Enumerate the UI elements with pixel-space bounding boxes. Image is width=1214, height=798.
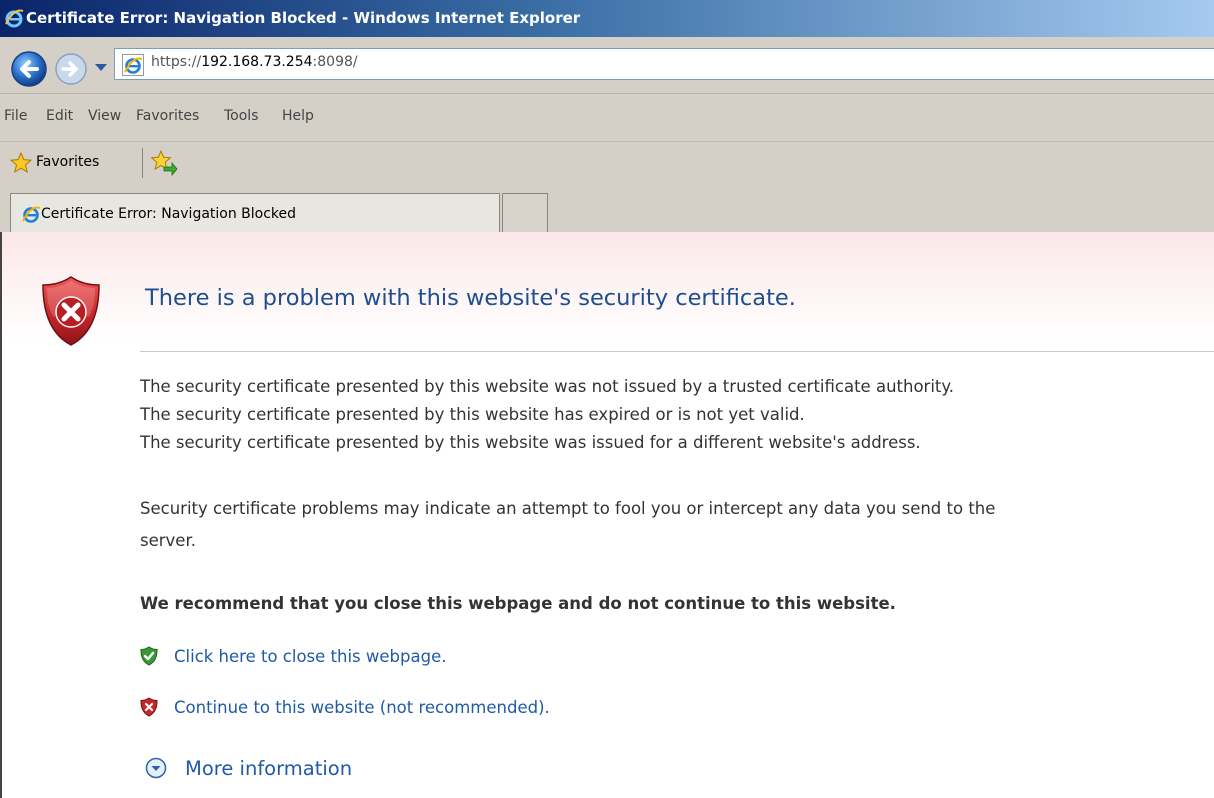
continue-to-website-link[interactable]: Continue to this website (not recommende… [174, 698, 550, 717]
tab-certificate-error[interactable]: Certificate Error: Navigation Blocked [10, 193, 500, 234]
forward-button-icon[interactable] [54, 52, 88, 86]
expand-down-icon[interactable] [145, 757, 167, 779]
menu-edit[interactable]: Edit [46, 108, 73, 124]
favorites-button-label[interactable]: Favorites [36, 154, 99, 170]
heading-divider [140, 351, 1214, 352]
new-tab-button[interactable] [502, 193, 548, 234]
warning-text-line-2: server. [140, 531, 196, 550]
favorites-separator [142, 148, 143, 178]
close-webpage-link[interactable]: Click here to close this webpage. [174, 647, 446, 666]
address-bar[interactable]: https://192.168.73.254:8098/ [114, 48, 1214, 80]
favorites-bar [0, 141, 1214, 188]
recent-pages-dropdown-icon[interactable] [93, 59, 109, 75]
menu-favorites[interactable]: Favorites [136, 108, 199, 124]
back-button-icon[interactable] [10, 50, 48, 88]
page-heading: There is a problem with this website's s… [145, 285, 796, 311]
menu-file[interactable]: File [4, 108, 27, 124]
window-title: Certificate Error: Navigation Blocked - … [26, 9, 581, 27]
error-shield-icon [42, 276, 100, 346]
red-shield-x-icon [140, 697, 158, 717]
tab-ie-icon [22, 206, 41, 223]
reason-untrusted-authority: The security certificate presented by th… [140, 377, 955, 396]
add-to-favorites-bar-icon[interactable] [150, 150, 178, 176]
green-shield-check-icon [140, 646, 158, 666]
menu-tools[interactable]: Tools [224, 108, 259, 124]
reason-expired: The security certificate presented by th… [140, 405, 805, 424]
menu-help[interactable]: Help [282, 108, 314, 124]
recommendation-text: We recommend that you close this webpage… [140, 594, 896, 613]
ie-logo-icon [5, 9, 24, 28]
reason-address-mismatch: The security certificate presented by th… [140, 433, 921, 452]
favorites-star-icon[interactable] [10, 152, 32, 174]
window-title-bar[interactable]: Certificate Error: Navigation Blocked - … [0, 0, 1214, 37]
url-host: 192.168.73.254 [201, 54, 313, 70]
more-information-link[interactable]: More information [185, 757, 352, 780]
address-url[interactable]: https://192.168.73.254:8098/ [151, 54, 358, 70]
tab-label: Certificate Error: Navigation Blocked [41, 206, 297, 222]
menu-bar: File Edit View Favorites Tools Help [0, 93, 1214, 142]
warning-text-line-1: Security certificate problems may indica… [140, 499, 996, 518]
url-port-path: :8098/ [312, 54, 358, 70]
page-ie-icon [122, 54, 144, 76]
menu-view[interactable]: View [88, 108, 121, 124]
url-scheme: https:// [151, 54, 202, 70]
